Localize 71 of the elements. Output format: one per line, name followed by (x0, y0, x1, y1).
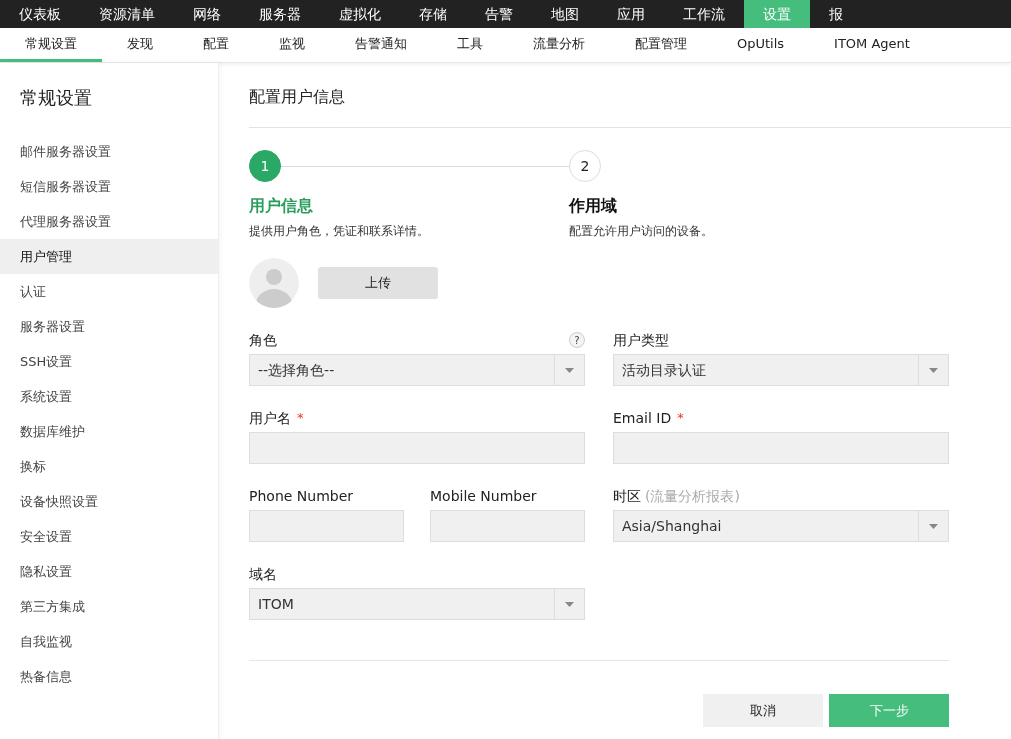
sidebar-item[interactable]: 隐私设置 (0, 554, 218, 589)
select-field[interactable]: --选择角色-- (249, 354, 585, 386)
step-number: 1 (249, 150, 281, 182)
select-field[interactable]: Asia/Shanghai (613, 510, 949, 542)
caret-icon (565, 601, 574, 607)
input-field[interactable] (249, 432, 585, 464)
caret-icon (929, 367, 938, 373)
sub-nav-tab[interactable]: ITOM Agent (809, 28, 935, 62)
sub-nav-tab[interactable]: 配置 (178, 28, 254, 62)
top-nav-item[interactable]: 应用 (598, 0, 664, 28)
top-nav-item[interactable]: 地图 (532, 0, 598, 28)
sidebar-title: 常规设置 (19, 86, 93, 110)
top-nav-item[interactable]: 工作流 (664, 0, 744, 28)
select-field[interactable]: ITOM (249, 588, 585, 620)
sidebar-item[interactable]: 设备快照设置 (0, 484, 218, 519)
top-nav-item[interactable]: 存储 (400, 0, 466, 28)
sub-nav-tab[interactable]: 工具 (432, 28, 508, 62)
sub-nav-tab[interactable]: 配置管理 (610, 28, 712, 62)
field-label: Phone Number (249, 486, 354, 506)
field-label: Mobile Number (430, 486, 537, 506)
sidebar-item[interactable]: 换标 (0, 449, 218, 484)
caret-icon (929, 523, 938, 529)
sidebar-item[interactable]: 系统设置 (0, 379, 218, 414)
sidebar-item[interactable]: 数据库维护 (0, 414, 218, 449)
sidebar-item[interactable]: 认证 (0, 274, 218, 309)
sidebar-item[interactable]: SSH设置 (0, 344, 218, 379)
page-title: 配置用户信息 (249, 86, 346, 108)
top-nav-item[interactable]: 网络 (174, 0, 240, 28)
field-hint: (流量分析报表) (645, 486, 740, 506)
sub-nav-tab[interactable]: 告警通知 (330, 28, 432, 62)
step-description: 配置允许用户访问的设备。 (569, 223, 714, 240)
field-label: Email ID (613, 408, 672, 428)
cancel-button[interactable]: 取消 (703, 694, 823, 727)
step-number: 2 (569, 150, 601, 182)
top-nav-item[interactable]: 告警 (466, 0, 532, 28)
sub-nav-tab[interactable]: 流量分析 (508, 28, 610, 62)
step-title: 作用域 (569, 195, 618, 217)
top-nav-item[interactable]: 资源清单 (80, 0, 174, 28)
sub-nav-tab[interactable]: OpUtils (712, 28, 810, 62)
required-mark: * (297, 409, 304, 428)
upload-button[interactable]: 上传 (318, 267, 438, 299)
step-title: 用户信息 (249, 195, 314, 217)
field-label: 用户类型 (613, 330, 669, 350)
sidebar-item[interactable]: 用户管理 (0, 239, 218, 274)
input-field[interactable] (430, 510, 585, 542)
sidebar-item[interactable]: 邮件服务器设置 (0, 134, 218, 169)
sidebar-item[interactable]: 热备信息 (0, 659, 218, 694)
sidebar-item[interactable]: 代理服务器设置 (0, 204, 218, 239)
top-nav-item[interactable]: 虚拟化 (320, 0, 400, 28)
top-nav-item[interactable]: 仪表板 (0, 0, 80, 28)
sidebar-item[interactable]: 服务器设置 (0, 309, 218, 344)
select-field[interactable]: 活动目录认证 (613, 354, 949, 386)
sub-nav-tab[interactable]: 监视 (254, 28, 330, 62)
sub-nav-tab[interactable]: 发现 (102, 28, 178, 62)
sidebar-item[interactable]: 自我监视 (0, 624, 218, 659)
help-icon[interactable]: ? (569, 332, 585, 348)
field-label: 时区 (613, 486, 641, 506)
avatar-icon (249, 258, 299, 308)
step-description: 提供用户角色，凭证和联系详情。 (249, 223, 430, 240)
sidebar-item[interactable]: 安全设置 (0, 519, 218, 554)
sidebar-item[interactable]: 第三方集成 (0, 589, 218, 624)
top-nav-item[interactable]: 报 (810, 0, 862, 28)
field-label: 用户名 (249, 408, 291, 428)
field-label: 域名 (249, 564, 277, 584)
input-field[interactable] (613, 432, 949, 464)
sidebar-item[interactable]: 短信服务器设置 (0, 169, 218, 204)
caret-icon (565, 367, 574, 373)
top-nav-item[interactable]: 服务器 (240, 0, 320, 28)
required-mark: * (677, 409, 684, 428)
input-field[interactable] (249, 510, 404, 542)
field-label: 角色 (249, 330, 277, 350)
